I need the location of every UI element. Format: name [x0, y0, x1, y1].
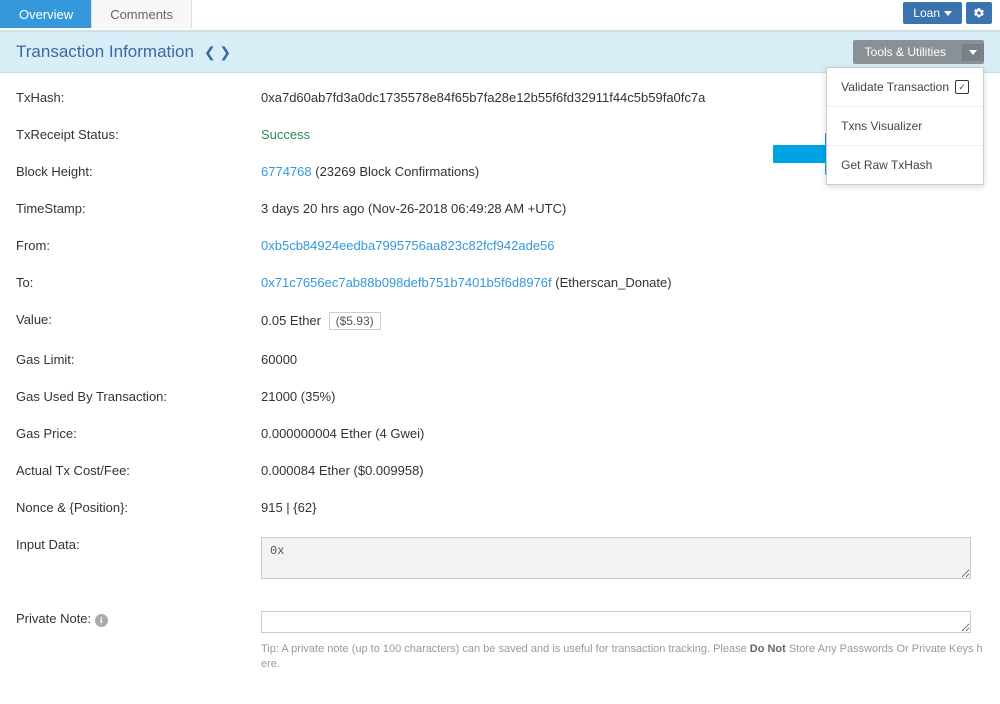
label-tx-cost: Actual Tx Cost/Fee:	[16, 463, 261, 478]
label-private-note: Private Note: i	[16, 611, 261, 627]
to-address-label: (Etherscan_Donate)	[552, 275, 672, 290]
loan-dropdown-button[interactable]: Loan	[903, 2, 962, 24]
to-address-link[interactable]: 0x71c7656ec7ab88b098defb751b7401b5f6d897…	[261, 275, 552, 290]
tab-strip: Overview Comments	[0, 0, 192, 28]
block-confirmations: (23269 Block Confirmations)	[312, 164, 480, 179]
label-to: To:	[16, 275, 261, 290]
label-gas-price: Gas Price:	[16, 426, 261, 441]
private-note-tip: Tip: A private note (up to 100 character…	[261, 642, 984, 673]
value-gas-limit: 60000	[261, 352, 984, 367]
tools-label: Tools & Utilities	[865, 45, 946, 59]
page-title: Transaction Information	[16, 42, 194, 62]
block-height-link[interactable]: 6774768	[261, 164, 312, 179]
check-icon: ✓	[955, 80, 969, 94]
chevron-down-icon	[969, 50, 977, 55]
label-gas-used: Gas Used By Transaction:	[16, 389, 261, 404]
chevron-down-icon	[944, 11, 952, 16]
tools-caret	[962, 44, 984, 61]
from-address-link[interactable]: 0xb5cb84924eedba7995756aa823c82fcf942ade…	[261, 238, 555, 253]
value-ether: 0.05 Ether	[261, 313, 321, 328]
next-tx-button[interactable]: ❯	[219, 44, 231, 61]
tools-dropdown-menu: Validate Transaction ✓ Txns Visualizer G…	[826, 67, 984, 185]
label-receipt-status: TxReceipt Status:	[16, 127, 261, 142]
tools-utilities-button[interactable]: Tools & Utilities	[853, 40, 984, 64]
menu-txns-visualizer[interactable]: Txns Visualizer	[827, 107, 983, 146]
label-txhash: TxHash:	[16, 90, 261, 105]
value-usd: ($5.93)	[329, 312, 381, 330]
info-icon[interactable]: i	[95, 614, 108, 627]
gear-icon	[973, 7, 985, 19]
settings-button[interactable]	[966, 2, 992, 24]
label-from: From:	[16, 238, 261, 253]
menu-item-label: Txns Visualizer	[841, 119, 922, 133]
prev-tx-button[interactable]: ❮	[204, 44, 216, 61]
input-data-textarea[interactable]	[261, 537, 971, 579]
top-bar: Overview Comments Loan	[0, 0, 1000, 31]
value-gas-price: 0.000000004 Ether (4 Gwei)	[261, 426, 984, 441]
label-gas-limit: Gas Limit:	[16, 352, 261, 367]
menu-item-label: Validate Transaction	[841, 80, 949, 94]
label-block-height: Block Height:	[16, 164, 261, 179]
value-tx-cost: 0.000084 Ether ($0.009958)	[261, 463, 984, 478]
label-value: Value:	[16, 312, 261, 327]
label-timestamp: TimeStamp:	[16, 201, 261, 216]
loan-label: Loan	[913, 6, 940, 20]
menu-item-label: Get Raw TxHash	[841, 158, 932, 172]
menu-get-raw-txhash[interactable]: Get Raw TxHash	[827, 146, 983, 184]
label-input-data: Input Data:	[16, 537, 261, 552]
value-gas-used: 21000 (35%)	[261, 389, 984, 404]
tab-comments[interactable]: Comments	[92, 0, 192, 28]
value-nonce: 915 | {62}	[261, 500, 984, 515]
tab-overview[interactable]: Overview	[0, 0, 92, 28]
label-nonce: Nonce & {Position}:	[16, 500, 261, 515]
value-timestamp: 3 days 20 hrs ago (Nov-26-2018 06:49:28 …	[261, 201, 984, 216]
private-note-textarea[interactable]	[261, 611, 971, 633]
section-header: Transaction Information ❮ ❯ Tools & Util…	[0, 31, 1000, 73]
menu-validate-transaction[interactable]: Validate Transaction ✓	[827, 68, 983, 107]
